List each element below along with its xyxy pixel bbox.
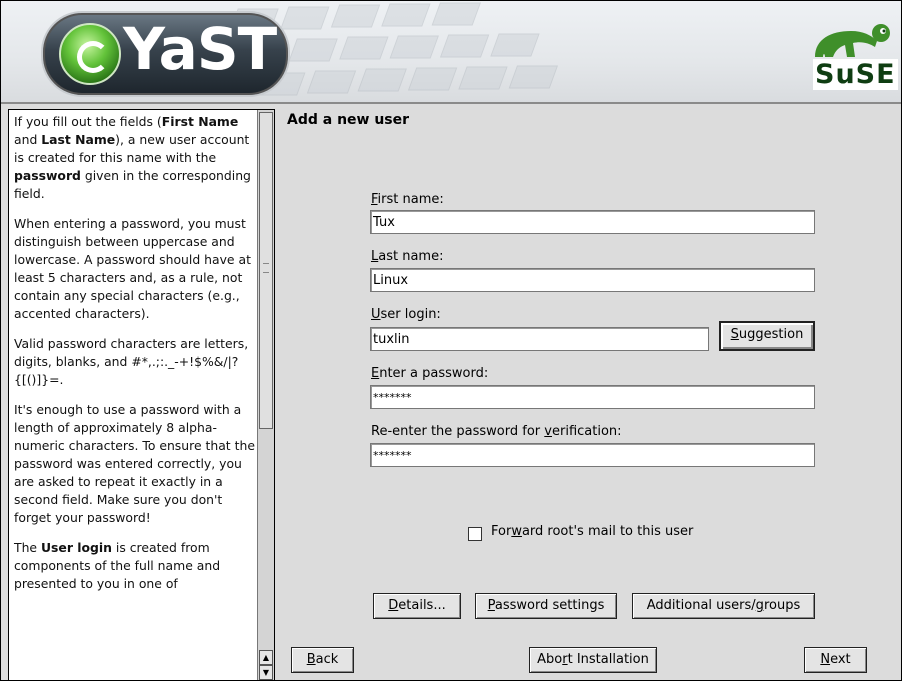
yast-logo-text: YaST: [123, 15, 277, 83]
help-panel: If you fill out the fields (First Name a…: [8, 109, 275, 680]
user-login-label: User login:: [371, 307, 441, 322]
yast-window: YaST SuSE If you fill out the fields (Fi…: [0, 0, 902, 681]
scroll-down-arrow-icon[interactable]: ▼: [259, 665, 273, 680]
password-settings-button[interactable]: Password settings: [475, 593, 617, 619]
forward-mail-checkbox[interactable]: [468, 527, 482, 541]
scroll-up-arrow-icon[interactable]: ▲: [259, 650, 273, 665]
suse-logo: SuSE: [811, 21, 898, 96]
suggestion-button[interactable]: Suggestion: [719, 321, 815, 351]
yast-ball-icon: [59, 23, 121, 85]
scrollbar-thumb[interactable]: [259, 112, 273, 429]
password-verify-label: Re-enter the password for verification:: [371, 424, 622, 439]
first-name-field[interactable]: Tux: [370, 210, 815, 234]
help-paragraph: When entering a password, you must disti…: [14, 216, 251, 321]
last-name-field[interactable]: Linux: [370, 268, 815, 292]
dialog-content: Add a new user First name: Tux Last name…: [278, 104, 900, 680]
dialog-title: Add a new user: [287, 112, 410, 128]
details-button[interactable]: Details...: [373, 593, 461, 619]
yast-logo: YaST: [41, 11, 290, 97]
help-scrollbar[interactable]: ▲ ▼: [257, 110, 274, 680]
password-verify-field[interactable]: *******: [370, 443, 815, 467]
additional-users-groups-button[interactable]: Additional users/groups: [632, 593, 815, 619]
header-banner: YaST SuSE: [1, 1, 901, 104]
back-button[interactable]: Back: [291, 647, 354, 673]
help-paragraph: The User login is created from component…: [14, 540, 221, 591]
next-button[interactable]: Next: [804, 647, 867, 673]
help-paragraph: Valid password characters are letters, d…: [14, 336, 249, 387]
user-login-field[interactable]: tuxlin: [370, 327, 709, 351]
last-name-label: Last name:: [371, 249, 444, 264]
suse-logo-text: SuSE: [813, 59, 898, 90]
keyboard-background-graphic: [231, 2, 559, 96]
help-text: If you fill out the fields (First Name a…: [14, 113, 258, 605]
help-paragraph: If you fill out the fields (First Name a…: [14, 114, 251, 201]
password-label: Enter a password:: [371, 366, 489, 381]
forward-mail-label[interactable]: Forward root's mail to this user: [491, 524, 693, 539]
help-paragraph: It's enough to use a password with a len…: [14, 402, 255, 525]
abort-installation-button[interactable]: Abort Installation: [529, 647, 657, 673]
password-field[interactable]: *******: [370, 385, 815, 409]
first-name-label: First name:: [371, 192, 444, 207]
gecko-icon: [815, 24, 890, 57]
